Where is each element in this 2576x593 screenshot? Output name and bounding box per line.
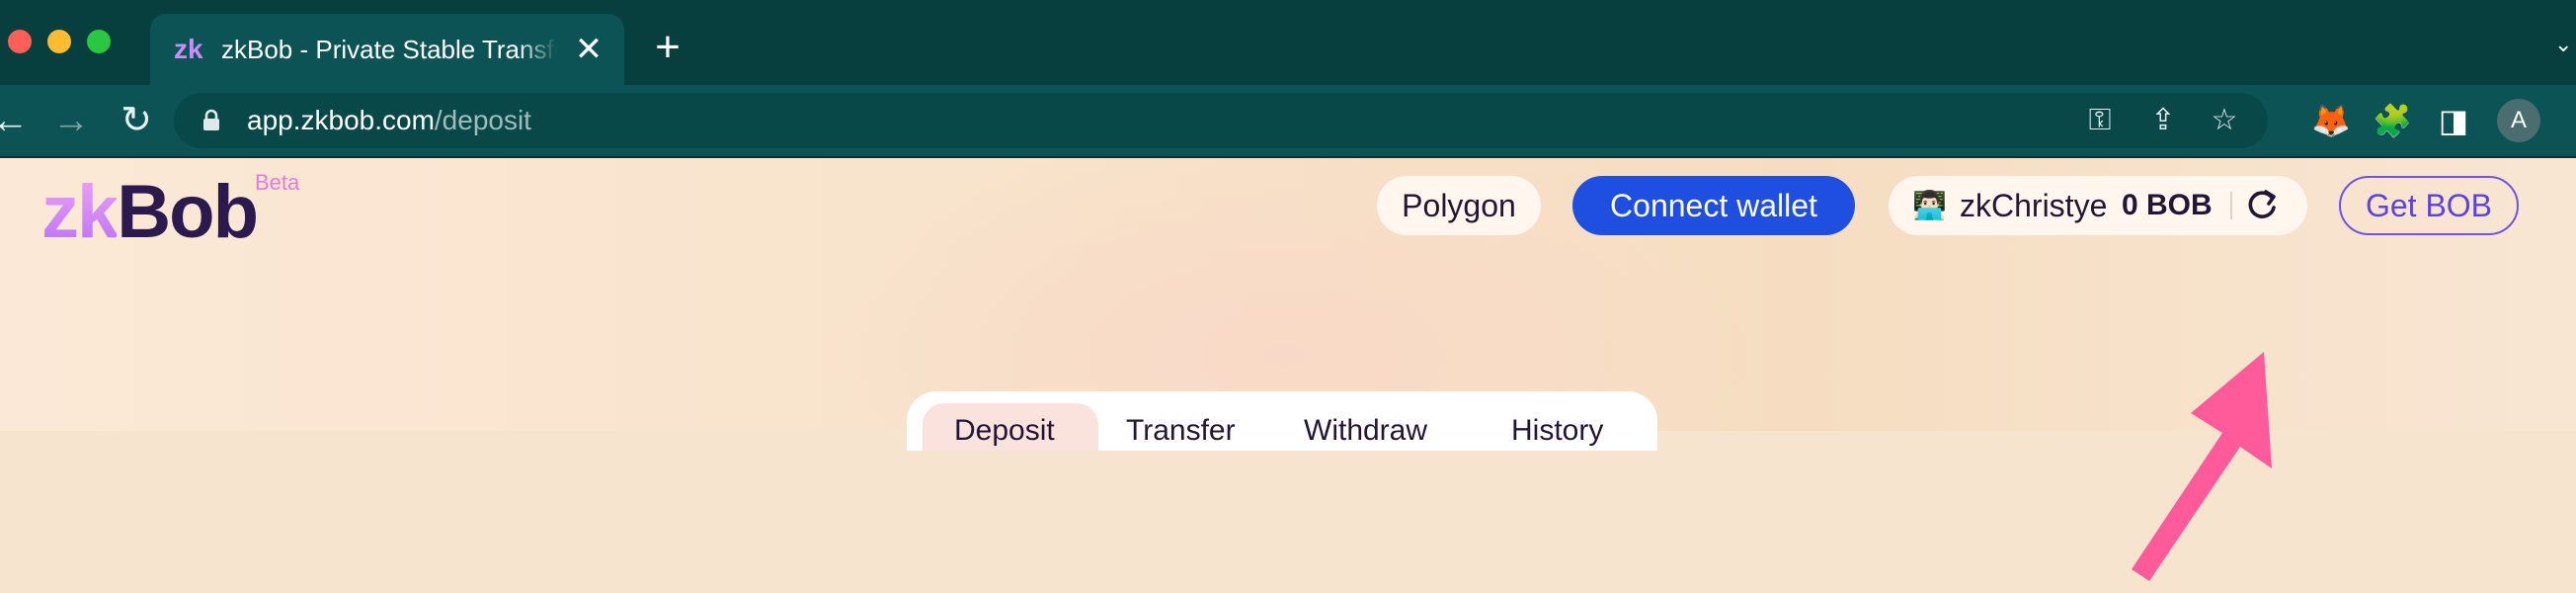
account-name: zkChristye	[1960, 188, 2108, 223]
lock-icon[interactable]	[200, 109, 223, 132]
url-host: app.zkbob.com	[247, 105, 435, 135]
account-balance: 0 BOB	[2122, 189, 2213, 221]
extensions-puzzle-icon[interactable]: 🧩	[2373, 101, 2412, 140]
browser-tab-bar: zk zkBob - Private Stable Transfers ✕ + …	[0, 0, 2576, 85]
maximize-window-button[interactable]	[87, 30, 111, 53]
account-avatar-icon: 👨🏻‍💻	[1912, 190, 1947, 220]
bookmark-star-icon[interactable]: ☆	[2207, 103, 2242, 138]
zkbob-logo[interactable]: zkBob	[41, 168, 259, 257]
tab-search-chevron-icon[interactable]: ⌄	[2554, 30, 2574, 59]
tab-close-icon[interactable]: ✕	[573, 32, 604, 67]
get-bob-button[interactable]: Get BOB	[2339, 176, 2519, 235]
zkbob-page: zkBob Beta Polygon Connect wallet 👨🏻‍💻 z…	[0, 158, 2576, 581]
metamask-extension-icon[interactable]: 🦊	[2311, 101, 2351, 140]
forward-arrow-icon[interactable]: →	[47, 97, 95, 144]
action-tabs-card: Deposit Transfer Withdraw History	[907, 391, 1657, 451]
logo-zk: zk	[41, 170, 119, 254]
tab-history[interactable]: History	[1511, 411, 1603, 451]
back-arrow-icon[interactable]: ←	[0, 97, 34, 144]
browser-toolbar: ← → ↻ app.zkbob.com/deposit ⚿ ⇪ ☆ 🦊 🧩 ◨ …	[0, 85, 2576, 156]
annotation-arrow-icon	[2132, 352, 2272, 581]
zkbob-favicon-icon: zk	[174, 34, 203, 64]
url-text[interactable]: app.zkbob.com/deposit	[247, 105, 531, 136]
refresh-balance-icon[interactable]	[2242, 186, 2282, 225]
share-icon[interactable]: ⇪	[2145, 103, 2181, 138]
password-key-icon[interactable]: ⚿	[2082, 103, 2118, 138]
new-tab-button[interactable]: +	[648, 26, 687, 69]
minimize-window-button[interactable]	[47, 30, 71, 53]
side-panel-icon[interactable]: ◨	[2434, 101, 2473, 140]
account-divider	[2230, 192, 2232, 219]
browser-tab-active[interactable]: zk zkBob - Private Stable Transfers ✕	[150, 14, 624, 85]
url-path: /deposit	[434, 105, 531, 135]
connect-wallet-button[interactable]: Connect wallet	[1572, 176, 1855, 235]
tab-deposit[interactable]: Deposit	[954, 411, 1055, 451]
address-bar[interactable]: app.zkbob.com/deposit ⚿ ⇪ ☆	[174, 93, 2268, 148]
beta-badge: Beta	[255, 170, 300, 195]
tab-title: zkBob - Private Stable Transfers	[221, 35, 557, 64]
tab-withdraw[interactable]: Withdraw	[1304, 411, 1427, 451]
zk-account-pill[interactable]: 👨🏻‍💻 zkChristye 0 BOB	[1889, 176, 2307, 235]
reload-icon[interactable]: ↻	[113, 97, 160, 144]
logo-bob: Bob	[117, 170, 259, 254]
close-window-button[interactable]	[8, 30, 32, 53]
network-selector-button[interactable]: Polygon	[1377, 176, 1541, 235]
tab-transfer[interactable]: Transfer	[1126, 411, 1236, 451]
profile-avatar[interactable]: A	[2497, 99, 2540, 142]
